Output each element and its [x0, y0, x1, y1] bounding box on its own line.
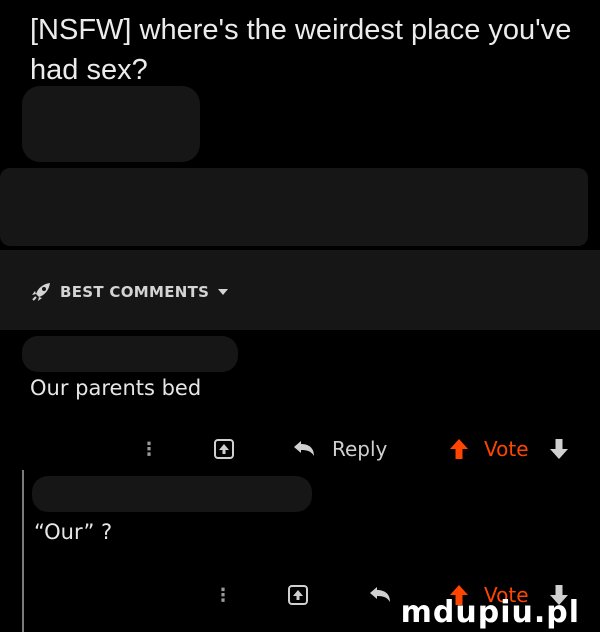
sort-label: BEST COMMENTS [60, 283, 210, 301]
rocket-icon [30, 281, 52, 303]
reply-icon[interactable] [368, 580, 394, 610]
post-title: [NSFW] where's the weirdest place you've… [30, 14, 572, 86]
downvote-icon[interactable] [548, 434, 570, 464]
redacted-avatar [22, 86, 200, 162]
reply-button[interactable]: Reply [332, 434, 387, 464]
save-icon[interactable] [212, 434, 236, 464]
sort-selector[interactable]: BEST COMMENTS [30, 280, 229, 304]
chevron-down-icon [217, 286, 229, 298]
reply-icon[interactable] [292, 434, 318, 464]
redacted-username [22, 336, 238, 372]
redacted-username [32, 476, 312, 512]
comment-actions: ⋮ Reply Vote [0, 434, 600, 464]
watermark: mdupiu.pl [400, 595, 580, 630]
save-icon[interactable] [286, 580, 310, 610]
vote-label: Vote [484, 437, 529, 461]
comment-text: Our parents bed [30, 376, 202, 400]
redacted-body [0, 168, 588, 246]
more-options-icon[interactable]: ⋮ [214, 580, 232, 610]
reply-comment-text: “Our” ? [34, 520, 113, 544]
upvote-icon[interactable] [448, 434, 470, 464]
more-options-icon[interactable]: ⋮ [140, 434, 158, 464]
